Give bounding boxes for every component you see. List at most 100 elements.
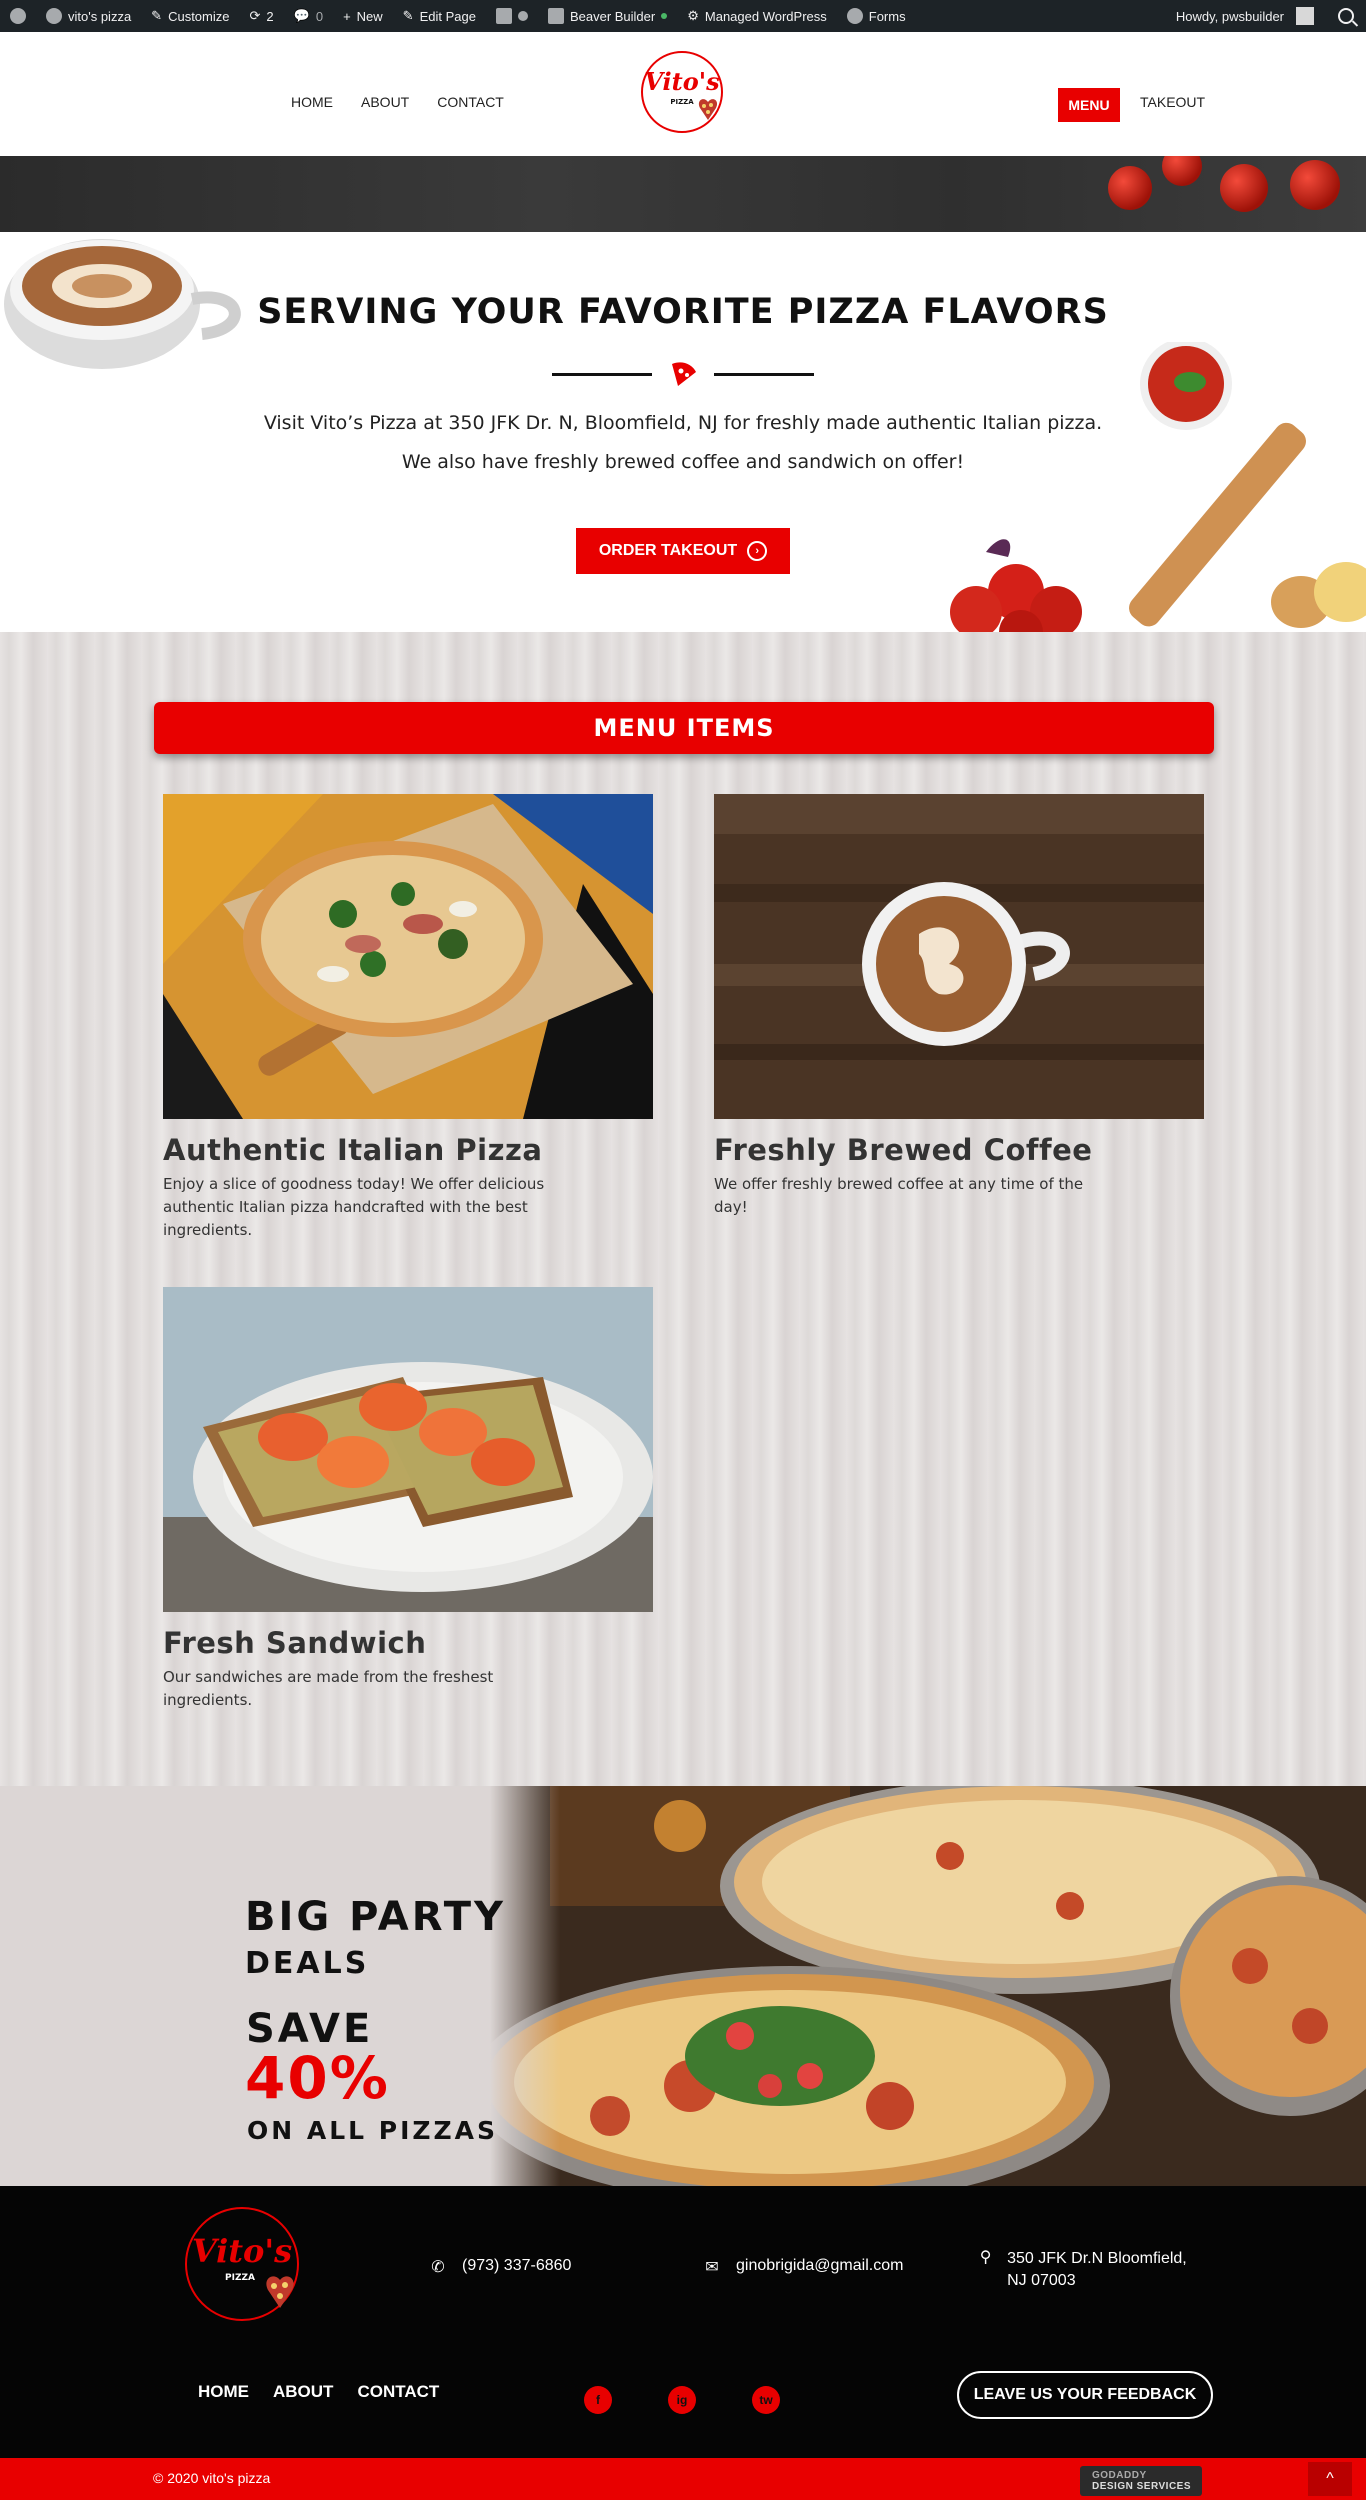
nav-about[interactable]: ABOUT [361, 94, 409, 110]
footer-logo-text: Vito's [192, 2232, 292, 2270]
godaddy-badge[interactable]: GODADDY DESIGN SERVICES [1080, 2466, 1202, 2496]
pizza-image [163, 794, 653, 1119]
customize-label: Customize [168, 8, 230, 24]
tomato-image [1290, 160, 1340, 210]
yoast-item[interactable] [486, 0, 538, 32]
badge-line-1: GODADDY [1092, 2470, 1147, 2481]
menu-button[interactable]: MENU [1058, 88, 1120, 122]
search-icon[interactable] [1338, 8, 1354, 24]
site-logo[interactable]: Vito's PIZZA [638, 48, 736, 138]
avatar [1296, 7, 1314, 25]
instagram-icon[interactable]: ig [668, 2386, 696, 2414]
site-name: vito's pizza [68, 8, 132, 24]
wordpress-logo-item[interactable] [0, 0, 36, 32]
updates-count: 2 [266, 8, 274, 24]
menu-card-pizza[interactable]: Authentic Italian Pizza Enjoy a slice of… [163, 794, 653, 1242]
social-links: f ig tw [584, 2386, 780, 2414]
nav-contact[interactable]: CONTACT [437, 94, 504, 110]
phone-icon: ✆ [431, 2259, 445, 2276]
party-deals-banner: BIG PARTY DEALS SAVE 40% ON ALL PIZZAS [0, 1786, 1366, 2186]
comment-icon: 💬 [293, 8, 310, 23]
menu-card-sandwich[interactable]: Fresh Sandwich Our sandwiches are made f… [163, 1287, 653, 1712]
account-item[interactable]: Howdy, pwsbuilder [1166, 0, 1324, 32]
managed-wordpress-label: Managed WordPress [704, 8, 827, 24]
envelope-icon: ✉ [705, 2259, 719, 2276]
status-dot-icon [661, 13, 668, 19]
site-name-item[interactable]: vito's pizza [36, 0, 141, 32]
facebook-icon[interactable]: f [584, 2386, 612, 2414]
beaver-builder-item[interactable]: Beaver Builder [538, 0, 677, 32]
customize-item[interactable]: ✎ Customize [141, 0, 239, 32]
order-takeout-label: ORDER TAKEOUT [598, 542, 738, 559]
site-header: HOME ABOUT CONTACT Vito's PIZZA MENU TAK… [0, 32, 1366, 156]
menu-item-description: Enjoy a slice of goodness today! We offe… [163, 1175, 545, 1239]
builder-icon [547, 8, 564, 24]
arrow-right-circle-icon: › [747, 541, 768, 561]
footer-logo-subtext: PIZZA [225, 2273, 255, 2283]
pizza-slice-icon [672, 362, 696, 386]
sandwich-image [163, 1287, 653, 1612]
forms-item[interactable]: Forms [837, 0, 916, 32]
comments-item[interactable]: 💬 0 [284, 0, 333, 32]
howdy-label: Howdy, pwsbuilder [1175, 8, 1284, 24]
tomato-image [1220, 164, 1268, 212]
scroll-to-top-button[interactable]: ^ [1308, 2462, 1352, 2496]
footer-nav-home[interactable]: HOME [198, 2382, 249, 2402]
brush-icon: ✎ [151, 8, 163, 23]
site-footer: Vito's PIZZA ✆ (973) 337-6860 ✉ ginobrig… [0, 2186, 1366, 2458]
seo-status-icon [517, 11, 528, 21]
menu-section: MENU ITEMS Authentic Italian Pizza Enjoy… [0, 632, 1366, 1786]
menu-item-title: Authentic Italian Pizza [163, 1133, 543, 1167]
menu-items-banner: MENU ITEMS [154, 702, 1214, 754]
footer-nav: HOME ABOUT CONTACT [198, 2382, 439, 2402]
nav-takeout[interactable]: TAKEOUT [1140, 94, 1205, 110]
footer-email[interactable]: ✉ ginobrigida@gmail.com [702, 2257, 903, 2277]
party-on-all-pizzas: ON ALL PIZZAS [247, 2116, 499, 2145]
footer-address: ⚲ 350 JFK Dr.N Bloomfield, NJ 07003 [978, 2248, 1198, 2292]
footer-phone[interactable]: ✆ (973) 337-6860 [428, 2257, 571, 2277]
copyright-text: © 2020 vito's pizza [153, 2470, 271, 2486]
admin-bar: vito's pizza ✎ Customize ⟳ 2 💬 0 + New ✎… [0, 0, 1366, 32]
nav-home[interactable]: HOME [291, 94, 333, 110]
menu-item-title: Freshly Brewed Coffee [714, 1133, 1093, 1167]
updates-item[interactable]: ⟳ 2 [240, 0, 284, 32]
tomato-image [1162, 156, 1202, 186]
plus-icon: + [343, 8, 351, 24]
forms-label: Forms [868, 8, 906, 24]
email-address: ginobrigida@gmail.com [736, 2257, 904, 2274]
managed-wordpress-item[interactable]: ⚙ Managed WordPress [677, 0, 837, 32]
menu-item-description: Our sandwiches are made from the freshes… [163, 1668, 494, 1709]
menu-item-title: Fresh Sandwich [163, 1626, 427, 1660]
twitter-icon[interactable]: tw [752, 2386, 780, 2414]
phone-number: (973) 337-6860 [462, 2257, 572, 2274]
edit-page-item[interactable]: ✎ Edit Page [393, 0, 486, 32]
party-percent: 40% [245, 2044, 390, 2112]
forms-icon [846, 8, 863, 24]
party-title: BIG PARTY [245, 1894, 506, 1940]
wordpress-icon [10, 8, 26, 24]
new-item[interactable]: + New [333, 0, 393, 32]
bottom-bar: © 2020 vito's pizza GODADDY DESIGN SERVI… [0, 2458, 1366, 2500]
updates-icon: ⟳ [249, 8, 261, 23]
footer-nav-contact[interactable]: CONTACT [357, 2382, 439, 2402]
hero-title: SERVING YOUR FAVORITE PIZZA FLAVORS [257, 292, 1109, 332]
gear-icon: ⚙ [687, 8, 699, 23]
menu-card-coffee[interactable]: Freshly Brewed Coffee We offer freshly b… [714, 794, 1204, 1219]
footer-nav-about[interactable]: ABOUT [273, 2382, 333, 2402]
order-takeout-button[interactable]: ORDER TAKEOUT › [576, 528, 790, 574]
main-nav-left: HOME ABOUT CONTACT [291, 94, 504, 110]
badge-line-2: DESIGN SERVICES [1092, 2481, 1192, 2492]
coffee-image [714, 794, 1204, 1119]
beaver-builder-label: Beaver Builder [569, 8, 656, 24]
comments-count: 0 [315, 8, 324, 24]
pencil-icon: ✎ [402, 8, 414, 23]
footer-logo[interactable]: Vito's PIZZA [182, 2204, 318, 2330]
pizzas-photo [490, 1786, 1366, 2186]
party-deals: DEALS [245, 1946, 370, 1981]
leave-feedback-button[interactable]: LEAVE US YOUR FEEDBACK [957, 2371, 1213, 2419]
hero-dark-strip [0, 156, 1366, 232]
logo-subtext: PIZZA [670, 98, 694, 106]
tomato-image [1108, 166, 1152, 210]
hero-section: SERVING YOUR FAVORITE PIZZA FLAVORS Visi… [0, 232, 1366, 632]
logo-text: Vito's [644, 67, 720, 96]
